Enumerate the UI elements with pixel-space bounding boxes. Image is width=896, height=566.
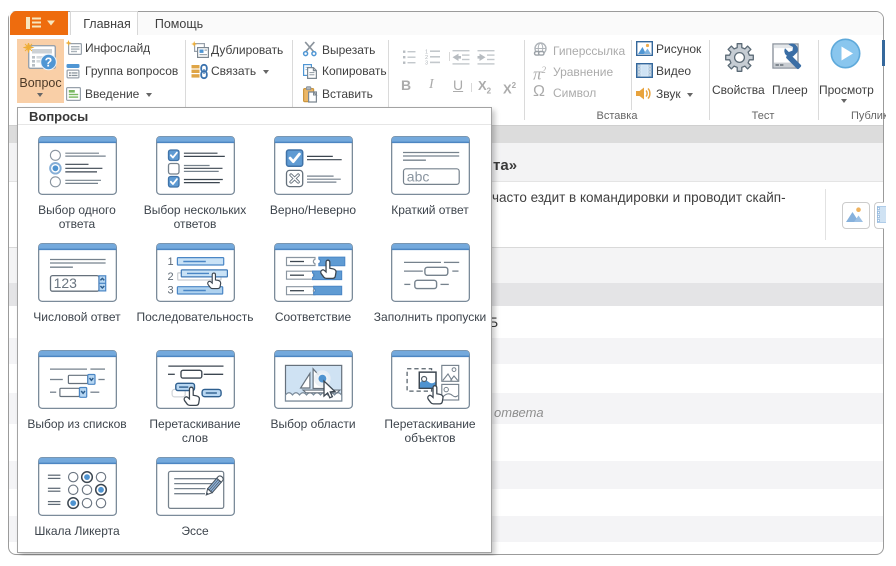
svg-text:abc: abc	[407, 168, 430, 184]
svg-text:3: 3	[425, 61, 428, 65]
svg-text:3: 3	[168, 284, 174, 296]
svg-text:1: 1	[168, 256, 174, 268]
svg-text:2: 2	[168, 271, 174, 283]
svg-text:?: ?	[45, 56, 53, 70]
svg-text:123: 123	[54, 275, 78, 291]
